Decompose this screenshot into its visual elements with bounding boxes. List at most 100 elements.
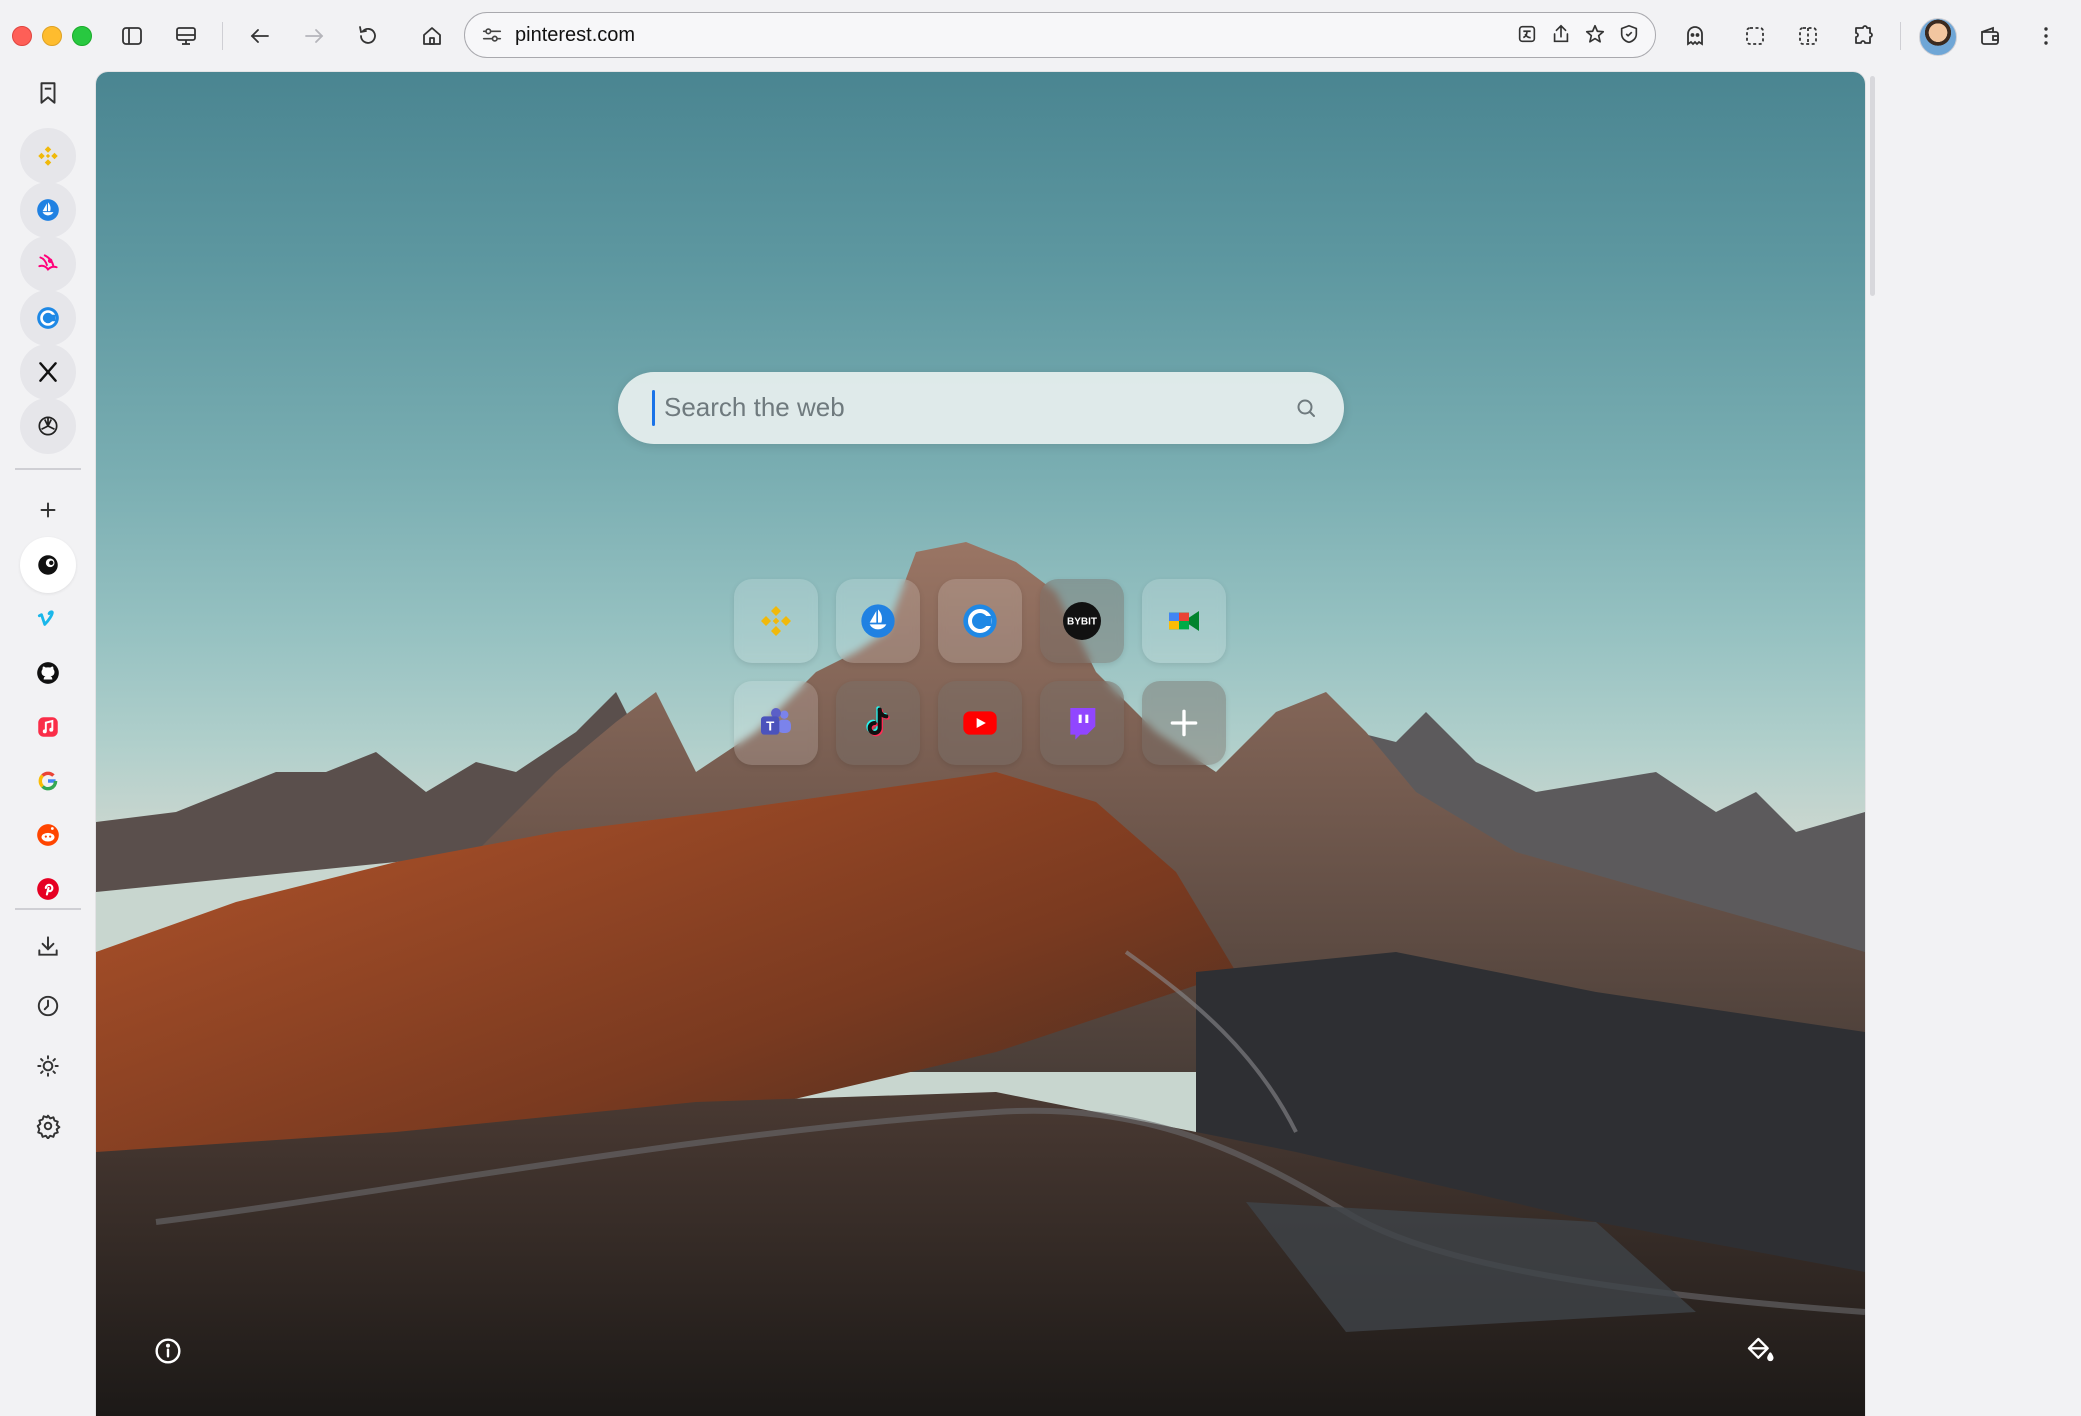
sidebar-item-theme[interactable] [20,1038,76,1094]
google-icon [38,771,58,791]
arrow-right-icon [305,29,324,43]
address-bar[interactable]: pinterest.com [464,12,1656,58]
sidebar-item-bookmarks[interactable] [20,65,76,121]
sidebar-item-chatgpt[interactable] [20,398,76,454]
youtube-icon [963,711,997,735]
page-scrollbar[interactable] [1870,76,1875,296]
text-caret [652,390,655,426]
workspaces-button[interactable] [168,18,204,54]
left-sidebar [0,72,96,1416]
url-text[interactable]: pinterest.com [515,24,635,47]
arrow-left-icon [250,29,269,43]
pinterest-icon [37,878,59,900]
speed-dial-twitch[interactable] [1040,681,1124,765]
sidebar-item-reddit[interactable] [20,807,76,863]
sidebar-icon [122,27,142,45]
sidebar-item-sigma[interactable] [20,537,76,593]
zoom-window-button[interactable] [72,26,92,46]
search-placeholder: Search the web [664,392,845,422]
tiktok-icon [866,706,890,737]
sidebar-divider [15,468,81,470]
sidebar-item-coinmarketcap[interactable] [20,290,76,346]
assistant-button[interactable] [1677,18,1713,54]
plus-icon [1170,709,1198,737]
github-icon [37,662,59,684]
sidebar-toggle-button[interactable] [114,18,150,54]
bookmark-star-button[interactable] [1583,22,1607,46]
download-icon [38,936,58,956]
sidebar-item-apple-music[interactable] [20,699,76,755]
bybit-label: BYBIT [1067,617,1097,628]
screenshot-button[interactable] [1737,18,1773,54]
sidebar-divider [15,908,81,910]
twitch-icon [1070,708,1096,740]
close-window-button[interactable] [12,26,32,46]
speed-dial-bybit[interactable]: BYBIT [1040,579,1124,663]
info-button[interactable] [152,1335,184,1367]
share-button[interactable] [1549,22,1573,46]
sidebar-item-x[interactable] [20,344,76,400]
opensea-icon [861,604,895,638]
sidebar-item-opensea[interactable] [20,182,76,238]
speed-dial-google-meet[interactable] [1142,579,1226,663]
sidebar-item-vimeo[interactable] [20,591,76,647]
site-settings-icon[interactable] [481,24,503,46]
shield-icon [1620,24,1638,44]
sidebar-item-binance[interactable] [20,128,76,184]
ghost-icon [1687,26,1703,46]
forward-button[interactable] [296,18,332,54]
x-icon [39,362,57,382]
meet-icon [1169,611,1199,631]
minimize-window-button[interactable] [42,26,62,46]
home-icon [423,27,441,45]
sidebar-item-downloads[interactable] [20,918,76,974]
reload-icon [359,26,376,44]
svg-text:T: T [766,719,774,734]
translate-button[interactable] [1515,22,1539,46]
back-button[interactable] [242,18,278,54]
sidebar-item-history[interactable] [20,978,76,1034]
home-button[interactable] [414,18,450,54]
extensions-button[interactable] [1845,18,1881,54]
bybit-icon: BYBIT [1063,602,1101,640]
binance-icon [38,146,58,166]
toolbar-divider [1900,22,1901,50]
sidebar-item-github[interactable] [20,645,76,701]
binance-icon [761,606,791,636]
split-view-icon [1799,27,1817,45]
search-box[interactable]: Search the web [618,372,1344,444]
gear-icon [36,1114,61,1139]
screenshot-icon [1746,27,1764,45]
speed-dial-coinmarketcap[interactable] [938,579,1022,663]
profile-avatar[interactable] [1919,18,1957,56]
vimeo-icon [37,610,54,626]
sidebar-item-uniswap[interactable] [20,236,76,292]
wallet-icon [1981,26,1999,45]
share-icon [1553,24,1569,43]
speed-dial-youtube[interactable] [938,681,1022,765]
sidebar-item-add[interactable] [20,482,76,538]
sidebar-item-settings[interactable] [20,1098,76,1154]
menu-button[interactable] [2028,18,2064,54]
clock-icon [37,995,59,1017]
speed-dial-teams[interactable]: T [734,681,818,765]
wallet-button[interactable] [1972,18,2008,54]
puzzle-icon [1855,25,1873,44]
new-tab-page: Search the web BYBIT T [96,72,1865,1416]
workspaces-icon [176,27,196,45]
speed-dial-tiktok[interactable] [836,681,920,765]
plus-icon [40,502,56,518]
split-view-button[interactable] [1790,18,1826,54]
star-icon [1585,24,1605,43]
sidebar-item-google[interactable] [20,753,76,809]
bookmark-icon [40,82,56,104]
paint-bucket-icon [1747,1337,1774,1362]
reload-button[interactable] [350,18,386,54]
shield-button[interactable] [1617,22,1641,46]
coinmarketcap-icon [37,307,59,329]
speed-dial-opensea[interactable] [836,579,920,663]
search-icon[interactable] [1294,396,1318,420]
speed-dial-binance[interactable] [734,579,818,663]
customize-background-button[interactable] [1745,1335,1777,1367]
speed-dial-add-button[interactable] [1142,681,1226,765]
